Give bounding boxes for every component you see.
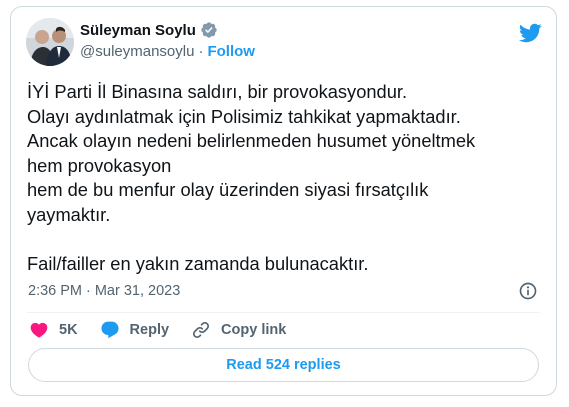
tweet-line: hem de bu menfur olay üzerinden siyasi f…	[27, 179, 429, 201]
verified-badge-icon	[201, 22, 217, 38]
tweet-line: Olayı aydınlatmak için Polisimiz tahkika…	[27, 105, 461, 127]
follow-button[interactable]: Follow	[207, 43, 255, 60]
read-replies-button[interactable]: Read 524 replies	[28, 348, 539, 382]
handle-separator: ·	[198, 43, 204, 60]
reply-button[interactable]: Reply	[100, 320, 170, 340]
copy-link-button[interactable]: Copy link	[191, 320, 286, 340]
author-name[interactable]: Süleyman Soylu	[80, 22, 196, 39]
like-button[interactable]: 5K	[29, 320, 78, 340]
twitter-bird-icon[interactable]	[518, 21, 542, 45]
timestamp-separator: ·	[86, 283, 91, 299]
read-replies-label: Read 524 replies	[226, 357, 341, 373]
avatar[interactable]	[26, 18, 74, 66]
copy-link-label: Copy link	[221, 322, 287, 338]
timestamp-row[interactable]: 2:36 PM · Mar 31, 2023	[28, 283, 180, 299]
tweet-line: hem provokasyon	[27, 154, 172, 176]
info-icon[interactable]	[518, 281, 538, 301]
author-name-row[interactable]: Süleyman Soylu	[80, 21, 218, 39]
heart-icon	[30, 322, 48, 338]
tweet-card: Süleyman Soylu @suleymansoylu · Follow İ…	[10, 6, 557, 396]
tweet-line: İYİ Parti İl Binasına saldırı, bir provo…	[27, 81, 408, 102]
tweet-line: Fail/failler en yakın zamanda bulunacakt…	[27, 253, 369, 275]
like-count: 5K	[59, 322, 78, 338]
tweet-line: Ancak olayın nedeni belirlenmeden husume…	[27, 130, 476, 152]
author-handle-row: @suleymansoylu · Follow	[80, 43, 255, 60]
action-bar: 5K Reply Copy link	[29, 320, 308, 340]
link-icon	[193, 321, 210, 339]
reply-label: Reply	[129, 322, 170, 338]
tweet-line: yaymaktır.	[27, 203, 111, 225]
divider	[27, 312, 540, 313]
tweet-time[interactable]: 2:36 PM	[28, 283, 82, 299]
tweet-text: İYİ Parti İl Binasına saldırı, bir provo…	[27, 80, 542, 277]
avatar-photo	[26, 18, 74, 66]
reply-bubble-icon	[101, 321, 119, 339]
author-handle[interactable]: @suleymansoylu	[80, 43, 194, 60]
tweet-date[interactable]: Mar 31, 2023	[95, 283, 180, 299]
